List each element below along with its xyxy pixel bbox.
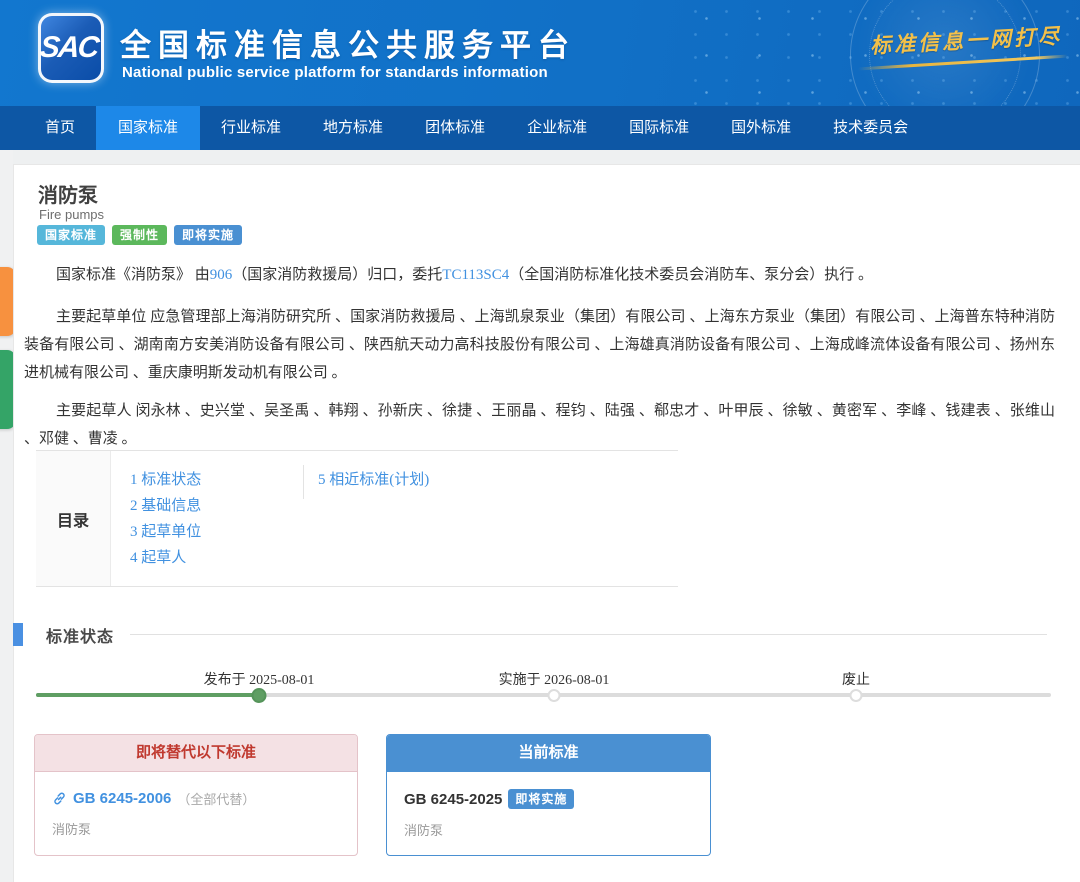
toc-body: 1 标准状态 2 基础信息 3 起草单位 4 起草人 5 相近标准(计划) (111, 451, 678, 586)
nav-item-national-standards[interactable]: 国家标准 (96, 106, 200, 150)
timeline-label-effective: 实施于 2026-08-01 (499, 669, 610, 689)
link-icon (52, 791, 67, 806)
main-nav: 首页 国家标准 行业标准 地方标准 团体标准 企业标准 国际标准 国外标准 技术… (0, 106, 1080, 150)
section-rule (130, 634, 1047, 635)
scope-text-1: 国家标准《消防泵》 由 (56, 267, 210, 283)
timeline-label-published: 发布于 2025-08-01 (204, 669, 315, 689)
current-standard-card: 当前标准 GB 6245-2025 即将实施 消防泵 (386, 734, 711, 856)
scope-text-3: （全国消防标准化技术委员会消防车、泵分会）执行 。 (509, 267, 873, 283)
toc-link-similar-standards[interactable]: 5 相近标准(计划) (318, 467, 429, 493)
current-standard-code: GB 6245-2025 (404, 791, 502, 808)
toc-link-drafters[interactable]: 4 起草人 (130, 545, 678, 571)
page-left-margin (0, 150, 13, 882)
nav-content-divider (0, 150, 1080, 164)
section-accent-bar (13, 623, 23, 646)
paragraph-drafters: 主要起草人 闵永林 、史兴堂 、吴圣禹 、韩翔 、孙新庆 、徐捷 、王丽晶 、程… (24, 397, 1055, 453)
nav-item-foreign-standards[interactable]: 国外标准 (710, 106, 812, 150)
scope-text-2: （国家消防救援局）归口，委托 (232, 267, 442, 283)
toc-label: 目录 (36, 451, 111, 586)
main-content: 消防泵 Fire pumps 国家标准 强制性 即将实施 国家标准《消防泵》 由… (13, 164, 1080, 882)
toc-link-drafting-units[interactable]: 3 起草单位 (130, 519, 678, 545)
replaced-standard-card: 即将替代以下标准 GB 6245-2006 （全部代替） 消防泵 (34, 734, 358, 856)
current-standard-badge: 即将实施 (508, 789, 574, 809)
toc-column-divider (303, 465, 304, 499)
nav-item-industry-standards[interactable]: 行业标准 (200, 106, 302, 150)
standard-title-en: Fire pumps (39, 207, 104, 222)
timeline-label-abolished: 废止 (842, 669, 870, 689)
sac-logo[interactable]: SAC (38, 13, 104, 83)
toc-column-2: 5 相近标准(计划) (318, 467, 429, 493)
timeline-dot-published (252, 688, 267, 703)
site-subtitle: National public service platform for sta… (122, 64, 548, 81)
timeline-dot-abolished (850, 689, 863, 702)
replaced-card-body: GB 6245-2006 （全部代替） 消防泵 (35, 772, 357, 838)
paragraph-drafting-units: 主要起草单位 应急管理部上海消防研究所 、国家消防救援局 、上海凯泉泵业（集团）… (24, 303, 1055, 387)
nav-item-technical-committees[interactable]: 技术委员会 (812, 106, 929, 150)
nav-item-home[interactable]: 首页 (24, 106, 96, 150)
site-title: 全国标准信息公共服务平台 (120, 20, 576, 65)
status-section-title: 标准状态 (46, 623, 114, 647)
current-card-header: 当前标准 (387, 735, 710, 772)
current-standard-name: 消防泵 (404, 820, 710, 839)
replaced-card-header: 即将替代以下标准 (35, 735, 357, 772)
badge-upcoming: 即将实施 (174, 225, 242, 245)
toc-box: 目录 1 标准状态 2 基础信息 3 起草单位 4 起草人 5 相近标准(计划) (36, 450, 678, 587)
dept-906-link[interactable]: 906 (210, 267, 233, 283)
nav-item-group-standards[interactable]: 团体标准 (404, 106, 506, 150)
standard-title: 消防泵 (38, 179, 98, 208)
site-header: SAC 全国标准信息公共服务平台 National public service… (0, 0, 1080, 106)
badge-national-standard: 国家标准 (37, 225, 105, 245)
nav-item-local-standards[interactable]: 地方标准 (302, 106, 404, 150)
badge-mandatory: 强制性 (112, 225, 167, 245)
toc-link-basic-info[interactable]: 2 基础信息 (130, 493, 678, 519)
replaced-standard-link[interactable]: GB 6245-2006 (73, 790, 171, 807)
timeline-track-done (36, 693, 259, 697)
sac-logo-text: SAC (39, 31, 104, 65)
nav-item-enterprise-standards[interactable]: 企业标准 (506, 106, 608, 150)
tc113sc4-link[interactable]: TC113SC4 (442, 267, 509, 283)
paragraph-scope: 国家标准《消防泵》 由906（国家消防救援局）归口，委托TC113SC4（全国消… (24, 261, 1055, 289)
replaced-standard-note: （全部代替） (177, 789, 255, 808)
standard-badges: 国家标准 强制性 即将实施 (37, 225, 242, 245)
replaced-standard-name: 消防泵 (52, 819, 357, 838)
nav-item-international-standards[interactable]: 国际标准 (608, 106, 710, 150)
status-section-header: 标准状态 (13, 623, 1047, 646)
current-card-body: GB 6245-2025 即将实施 消防泵 (387, 772, 710, 839)
timeline-dot-effective (548, 689, 561, 702)
